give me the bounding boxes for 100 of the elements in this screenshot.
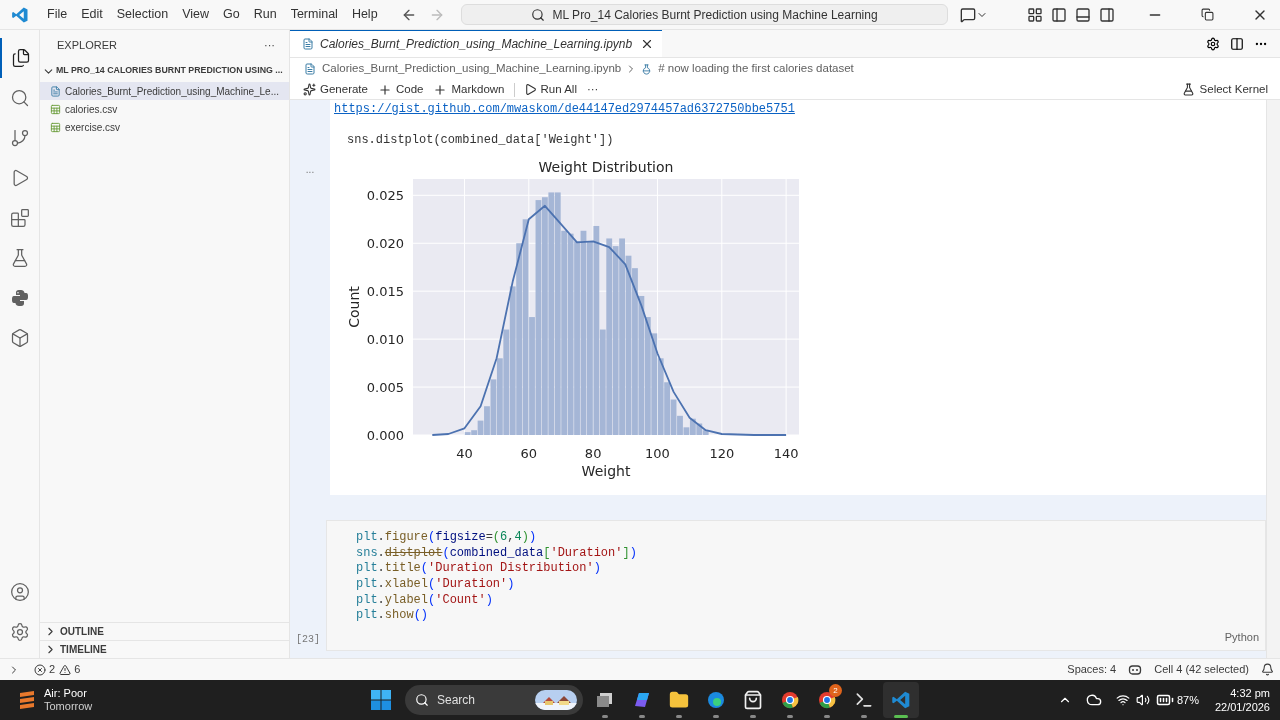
- command-center-text: ML Pro_14 Calories Burnt Prediction using Machine Learning: [552, 6, 878, 24]
- code-line: plt.xlabel('Duration'): [356, 577, 516, 593]
- clock-date[interactable]: 22/01/2026: [1214, 700, 1270, 714]
- browser-icon[interactable]: [817, 690, 837, 710]
- y-axis-label: Count: [346, 286, 362, 328]
- cell-status[interactable]: Cell 4 (42 selected): [1148, 661, 1255, 678]
- cell-language[interactable]: Python: [1224, 629, 1259, 646]
- flask-icon: [1181, 83, 1195, 96]
- code-line: plt.show(): [356, 608, 430, 625]
- x-tick-label: 120: [709, 446, 735, 461]
- x-tick-label: 60: [520, 446, 538, 461]
- toolbar-button[interactable]: ···: [581, 80, 604, 99]
- toolbar-button[interactable]: Run All: [518, 80, 582, 99]
- restore-icon[interactable]: [1201, 8, 1214, 21]
- execution-count: [23]: [296, 632, 320, 647]
- notifications-icon[interactable]: [1261, 663, 1274, 676]
- search-icon: [530, 7, 545, 22]
- app-icon[interactable]: [632, 690, 652, 710]
- output-link[interactable]: https://gist.github.com/mwaskom/de44147ed2974457ad6372750bbe5751: [334, 102, 795, 116]
- extensions-icon[interactable]: [9, 208, 30, 228]
- explorer-title: EXPLORER: [57, 37, 117, 53]
- y-tick-label: 0.000: [366, 428, 404, 443]
- code-editor-icon[interactable]: [891, 690, 911, 710]
- toolbar-button[interactable]: Code: [372, 80, 429, 99]
- files-icon[interactable]: [10, 48, 31, 68]
- command-center[interactable]: ML Pro_14 Calories Burnt Prediction using Machine Learning: [460, 4, 948, 25]
- python-icon: [641, 63, 653, 75]
- plus-icon: [377, 82, 392, 97]
- shopping-bag-icon[interactable]: [743, 690, 763, 710]
- menu-item[interactable]: Help: [344, 3, 385, 26]
- explorer-entry[interactable]: exercise.csv: [40, 118, 289, 136]
- weather-icon[interactable]: [18, 690, 36, 710]
- box-icon[interactable]: [9, 328, 30, 348]
- y-tick-label: 0.010: [366, 332, 404, 348]
- terminal-icon[interactable]: [854, 690, 874, 710]
- menu-item[interactable]: Selection: [109, 3, 176, 26]
- sidebar-toggle-icon[interactable]: [1051, 6, 1067, 23]
- source-control-icon[interactable]: [9, 128, 30, 148]
- menu-item[interactable]: View: [175, 3, 216, 26]
- battery-level: 87%: [1176, 692, 1199, 708]
- browser-icon[interactable]: [780, 690, 800, 710]
- menu-item[interactable]: Go: [216, 3, 247, 26]
- secondary-sidebar-icon[interactable]: [1099, 6, 1115, 23]
- select-kernel-button[interactable]: Select Kernel: [1199, 80, 1280, 99]
- breadcrumb[interactable]: # now loading the first calories dataset: [658, 60, 854, 78]
- wifi-icon[interactable]: [1115, 693, 1130, 707]
- output-text: sns.distplot(combined_data['Weight']): [347, 133, 614, 147]
- explorer-entry[interactable]: calories.csv: [40, 100, 289, 118]
- start-button[interactable]: [370, 689, 392, 711]
- python-icon[interactable]: [9, 288, 30, 308]
- play-icon: [523, 83, 537, 96]
- explorer-entry[interactable]: Calories_Burnt_Prediction_using_Machine_Le...: [40, 82, 289, 100]
- browser-icon[interactable]: [706, 690, 726, 710]
- volume-icon[interactable]: [1135, 693, 1150, 707]
- spreadsheet-icon: [50, 103, 61, 115]
- folder-header[interactable]: ML PRO_14 CALORIES BURNT PREDICTION USING ...: [56, 64, 283, 78]
- notebook-file-icon: [302, 38, 314, 50]
- vscode-logo-icon: [891, 690, 911, 710]
- copilot-icon[interactable]: [1128, 662, 1143, 677]
- code-cell-editor[interactable]: plt.figure(figsize=(6,4)) sns.distplot(combined_data['Duration']) plt.title('Duration Distribution') plt.xlabel('Duration') plt.ylabel('Count') plt.show() Python: [326, 520, 1266, 651]
- weather-title: Air: Poor: [44, 687, 88, 700]
- error-count[interactable]: 2: [49, 661, 56, 678]
- vscode-logo-icon: [11, 5, 29, 24]
- account-icon[interactable]: [9, 582, 30, 602]
- code-line: plt.title('Duration Distribution'): [356, 561, 602, 578]
- settings-icon[interactable]: [1206, 36, 1220, 51]
- sparkle-icon: [303, 83, 316, 96]
- y-tick-label: 0.020: [366, 236, 404, 252]
- more-actions-button[interactable]: ···: [264, 36, 275, 54]
- folder-icon[interactable]: [669, 690, 689, 710]
- warning-count[interactable]: 6: [74, 661, 81, 678]
- toolbar-button[interactable]: Generate: [298, 80, 373, 99]
- chat-icon[interactable]: [959, 6, 976, 23]
- menu-item[interactable]: Edit: [74, 3, 110, 26]
- notebook-file-icon: [304, 63, 316, 75]
- search-icon: [415, 693, 429, 707]
- section-header[interactable]: TIMELINE: [60, 642, 107, 657]
- toolbar-button[interactable]: Markdown: [428, 80, 510, 99]
- breadcrumb[interactable]: Calories_Burnt_Prediction_using_Machine_Learning.ipynb: [322, 60, 622, 78]
- indentation-status[interactable]: Spaces: 4: [1061, 661, 1123, 678]
- spreadsheet-icon: [50, 121, 61, 133]
- code-line: plt.figure(figsize=(6,4)): [356, 530, 538, 546]
- menu-item[interactable]: Run: [246, 3, 284, 26]
- section-header[interactable]: OUTLINE: [60, 624, 104, 639]
- menu-item[interactable]: File: [40, 3, 75, 26]
- clock-time[interactable]: 4:32 pm: [1230, 686, 1270, 700]
- layout-icon[interactable]: [1027, 6, 1043, 23]
- error-icon[interactable]: [34, 663, 46, 676]
- chart-title: Weight Distribution: [538, 159, 674, 175]
- taskbar-search-field[interactable]: Search: [405, 685, 583, 715]
- search-icon[interactable]: [9, 88, 30, 108]
- y-tick-label: 0.025: [366, 188, 404, 204]
- x-tick-label: 80: [584, 446, 602, 461]
- warning-icon[interactable]: [59, 663, 72, 676]
- panel-toggle-icon[interactable]: [1075, 6, 1091, 23]
- x-tick-label: 100: [645, 446, 670, 461]
- output-menu-button[interactable]: ...: [305, 162, 315, 176]
- menu-item[interactable]: Terminal: [283, 3, 345, 26]
- split-editor-icon[interactable]: [1230, 36, 1244, 51]
- y-tick-label: 0.005: [366, 380, 404, 396]
